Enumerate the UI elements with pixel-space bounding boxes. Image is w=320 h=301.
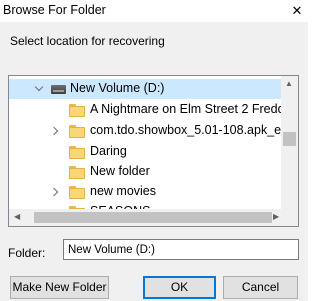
tree-item-label: A Nightmare on Elm Street 2 Freddys bbox=[90, 102, 298, 116]
dialog-title: Browse For Folder bbox=[3, 3, 106, 17]
chevron-right-icon[interactable] bbox=[49, 126, 59, 136]
tree-item-new-volume[interactable]: New Volume (D:) bbox=[9, 79, 291, 99]
tree-item-label: New Volume (D:) bbox=[70, 81, 165, 95]
close-icon[interactable]: ✕ bbox=[286, 0, 308, 22]
tree-item-folder[interactable]: A Nightmare on Elm Street 2 Freddys bbox=[9, 100, 297, 120]
browse-folder-dialog: Browse For Folder ✕ Select location for … bbox=[0, 0, 308, 301]
tree-item-folder[interactable]: Daring bbox=[9, 142, 291, 162]
folder-icon bbox=[69, 104, 85, 117]
folder-icon bbox=[69, 166, 85, 179]
scroll-left-icon[interactable]: ◀ bbox=[14, 212, 20, 221]
tree-item-label: new movies bbox=[90, 184, 156, 198]
folder-tree[interactable]: New Volume (D:) A Nightmare on Elm Stree… bbox=[8, 75, 299, 227]
folder-icon bbox=[69, 146, 85, 159]
cancel-button[interactable]: Cancel bbox=[223, 276, 298, 299]
title-bar: Browse For Folder ✕ bbox=[0, 0, 308, 22]
folder-label: Folder: bbox=[8, 246, 46, 260]
tree-item-folder[interactable]: new movies bbox=[9, 182, 291, 202]
folder-input[interactable] bbox=[63, 239, 299, 260]
drive-icon bbox=[51, 85, 66, 94]
tree-item-label: New folder bbox=[90, 164, 150, 178]
vertical-scroll-thumb[interactable] bbox=[283, 132, 296, 146]
scroll-right-icon[interactable]: ▶ bbox=[273, 212, 279, 221]
chevron-down-icon[interactable] bbox=[34, 82, 44, 92]
tree-item-label: Daring bbox=[90, 144, 127, 158]
tree-item-label: com.tdo.showbox_5.01-108.apk_exp bbox=[90, 123, 295, 137]
horizontal-scroll-thumb[interactable] bbox=[34, 212, 272, 223]
folder-icon bbox=[69, 125, 85, 138]
horizontal-scrollbar[interactable]: ◀ ▶ bbox=[9, 209, 281, 226]
instruction-text: Select location for recovering bbox=[10, 34, 165, 48]
folder-icon bbox=[69, 186, 85, 199]
chevron-right-icon[interactable] bbox=[49, 187, 59, 197]
scrollbar-corner bbox=[281, 209, 298, 226]
tree-item-folder[interactable]: com.tdo.showbox_5.01-108.apk_exp bbox=[9, 121, 295, 141]
ok-button[interactable]: OK bbox=[143, 276, 216, 299]
make-new-folder-button[interactable]: Make New Folder bbox=[10, 276, 109, 299]
tree-item-folder[interactable]: New folder bbox=[9, 162, 291, 182]
scroll-up-icon[interactable]: ▲ bbox=[285, 79, 293, 88]
vertical-scrollbar[interactable]: ▲ bbox=[281, 76, 298, 209]
